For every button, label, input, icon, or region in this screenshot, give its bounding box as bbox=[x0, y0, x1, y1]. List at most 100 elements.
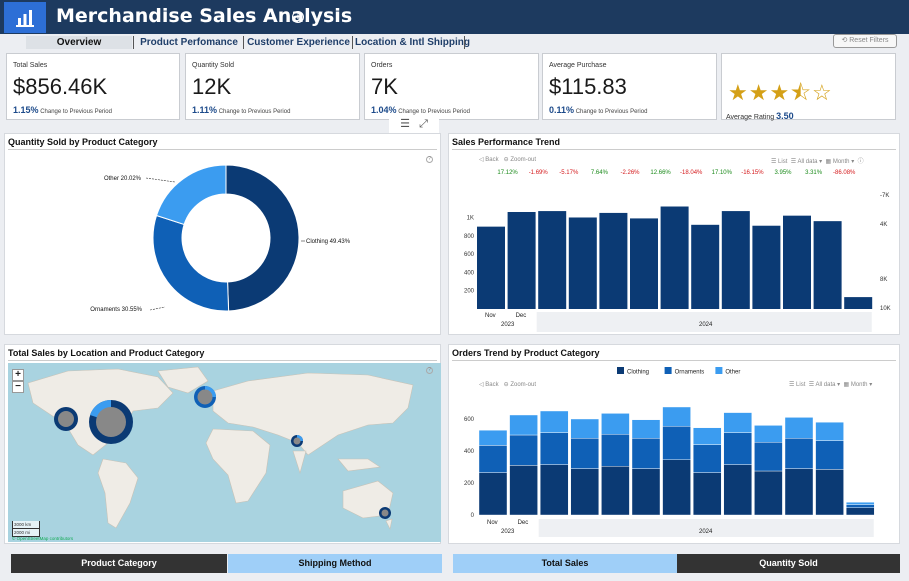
kpi-change-text: Change to Previous Period bbox=[40, 109, 112, 115]
stacked-bar-other bbox=[815, 422, 844, 441]
y-tick-label: 800 bbox=[464, 234, 475, 240]
rating-label: Average Rating 3.50 bbox=[726, 111, 794, 121]
reset-filters-button[interactable]: ⟲ Reset Filters bbox=[833, 34, 897, 48]
panel-orders-trend: Orders Trend by Product Category ◁ Back … bbox=[448, 344, 900, 544]
tab-divider bbox=[464, 36, 465, 49]
kpi-change-value: 1.04% bbox=[371, 105, 397, 115]
stacked-bar-ornaments bbox=[692, 444, 722, 473]
stacked-bar-other bbox=[662, 406, 691, 427]
kpi-label: Average Purchase bbox=[549, 62, 607, 69]
tab-product-performance[interactable]: Product Perfomance bbox=[137, 36, 241, 49]
kpi-change-text: Change to Previous Period bbox=[575, 109, 648, 115]
y-tick-label: 200 bbox=[464, 481, 475, 487]
zoom-out-button[interactable]: ⊖ Zoom-out bbox=[504, 157, 536, 163]
stacked-bar-clothing bbox=[815, 469, 844, 516]
stacked-bar-ornaments bbox=[815, 440, 844, 470]
kpi-change: 0.11% Change to Previous Period bbox=[549, 105, 647, 115]
quantity-sold-button[interactable]: Quantity Sold bbox=[677, 554, 900, 573]
kpi-label: Total Sales bbox=[13, 62, 48, 69]
leader-line bbox=[149, 306, 166, 311]
stacked-bar-clothing bbox=[509, 465, 538, 516]
legend-swatch bbox=[617, 367, 624, 374]
panel-title: Quantity Sold by Product Category bbox=[8, 137, 158, 147]
stacked-bar-clothing bbox=[692, 472, 722, 516]
stacked-bar-clothing bbox=[754, 470, 783, 516]
kpi-card-total-sales: Total Sales $856.46K 1.15% Change to Pre… bbox=[6, 53, 180, 120]
tab-location-shipping[interactable]: Location & Intl Shipping bbox=[355, 36, 470, 49]
donut-slice-other bbox=[155, 164, 227, 226]
marker-east-us[interactable] bbox=[89, 399, 133, 444]
kpi-card-quantity-sold: Quantity Sold 12K 1.11% Change to Previo… bbox=[185, 53, 360, 120]
panel-sales-by-location: Total Sales by Location and Product Cate… bbox=[4, 344, 441, 544]
stacked-bar-ornaments bbox=[570, 437, 600, 469]
back-button[interactable]: ◁ Back bbox=[479, 157, 499, 163]
trend-bar bbox=[630, 218, 658, 309]
tab-divider bbox=[243, 36, 244, 49]
stacked-bar-clothing bbox=[539, 464, 569, 516]
x-tick-label: Nov bbox=[485, 313, 496, 319]
kpi-card-orders: Orders 7K 1.04% Change to Previous Perio… bbox=[364, 53, 539, 120]
y2-tick-label: -7K bbox=[880, 193, 889, 199]
stacked-bar-other bbox=[754, 425, 783, 443]
donut-slice-clothing bbox=[225, 164, 300, 312]
kpi-value: 7K bbox=[371, 74, 398, 99]
kpi-value: 12K bbox=[192, 74, 232, 99]
tab-overview[interactable]: Overview bbox=[26, 36, 132, 49]
panel-title: Orders Trend by Product Category bbox=[452, 348, 600, 358]
y-tick-label: 400 bbox=[464, 270, 475, 276]
help-icon[interactable]: ? bbox=[426, 367, 433, 374]
world-map[interactable]: + − 3000 km 2000 mi © OpenStreetMap contr… bbox=[8, 363, 441, 542]
panel-quantity-by-category: Quantity Sold by Product Category ? Clot… bbox=[4, 133, 441, 335]
stacked-bar-other bbox=[692, 427, 722, 445]
stacked-bar-clothing bbox=[478, 472, 508, 516]
marker-india[interactable] bbox=[291, 435, 303, 447]
stacked-bar-ornaments bbox=[539, 432, 569, 465]
marker-west-us[interactable] bbox=[54, 407, 78, 431]
kpi-value: $115.83 bbox=[549, 74, 627, 99]
total-sales-button[interactable]: Total Sales bbox=[453, 554, 677, 573]
marker-australia[interactable] bbox=[379, 507, 391, 519]
title-underline bbox=[8, 360, 437, 361]
stacked-bar-other bbox=[601, 413, 630, 435]
change-label: -18.04% bbox=[680, 170, 703, 176]
stacked-bar-ornaments bbox=[723, 432, 752, 465]
stacked-bar-clothing bbox=[570, 468, 600, 516]
marker-uk[interactable] bbox=[194, 386, 216, 408]
y2-tick-label: 10K bbox=[880, 306, 891, 312]
leader-line bbox=[145, 177, 176, 183]
sales-trend-chart: 17.12% -1.69% -5.17% 7.64% -2.26% 12.66% -18.0… bbox=[464, 170, 891, 332]
stacked-bar-other bbox=[846, 501, 875, 505]
x-tick-label: Dec bbox=[518, 520, 529, 526]
page-title: Merchandise Sales Analysis bbox=[56, 5, 353, 27]
y-tick-label: 200 bbox=[464, 289, 475, 295]
y2-tick-label: 8K bbox=[880, 277, 887, 283]
change-label: -5.17% bbox=[559, 170, 579, 176]
kpi-label: Quantity Sold bbox=[192, 62, 235, 69]
y2-tick-label: 4K bbox=[880, 222, 887, 228]
stacked-bar-other bbox=[723, 412, 752, 433]
focus-mode-icon[interactable]: ⤢ bbox=[419, 118, 428, 130]
change-label: -2.26% bbox=[620, 170, 640, 176]
back-label: Back bbox=[485, 157, 499, 163]
trend-bar bbox=[783, 215, 811, 309]
change-label: 17.12% bbox=[497, 170, 518, 176]
y-tick-label: 400 bbox=[464, 449, 475, 455]
kpi-value: $856.46K bbox=[13, 74, 108, 99]
stacked-bar-clothing bbox=[601, 465, 630, 516]
product-category-button[interactable]: Product Category bbox=[11, 554, 227, 573]
y-tick-label: 600 bbox=[464, 417, 475, 423]
map-attribution[interactable]: © OpenStreetMap contributors bbox=[12, 536, 73, 541]
info-icon[interactable]: i bbox=[292, 11, 304, 23]
tab-customer-experience[interactable]: Customer Experience bbox=[247, 36, 350, 49]
stacked-bar-ornaments bbox=[631, 437, 661, 469]
tab-divider bbox=[352, 36, 353, 49]
stacked-bar-other bbox=[509, 414, 538, 436]
trend-bar bbox=[599, 212, 628, 309]
chart-toolbar-left: ◁ Back ⊖ Zoom-out bbox=[479, 156, 536, 163]
change-label: 3.31% bbox=[805, 170, 823, 176]
stacked-bar-ornaments bbox=[754, 441, 783, 472]
shipping-method-button[interactable]: Shipping Method bbox=[228, 554, 442, 573]
filter-icon[interactable]: ☰ bbox=[400, 118, 410, 130]
change-label: -86.08% bbox=[833, 170, 856, 176]
map-markers bbox=[54, 386, 391, 519]
